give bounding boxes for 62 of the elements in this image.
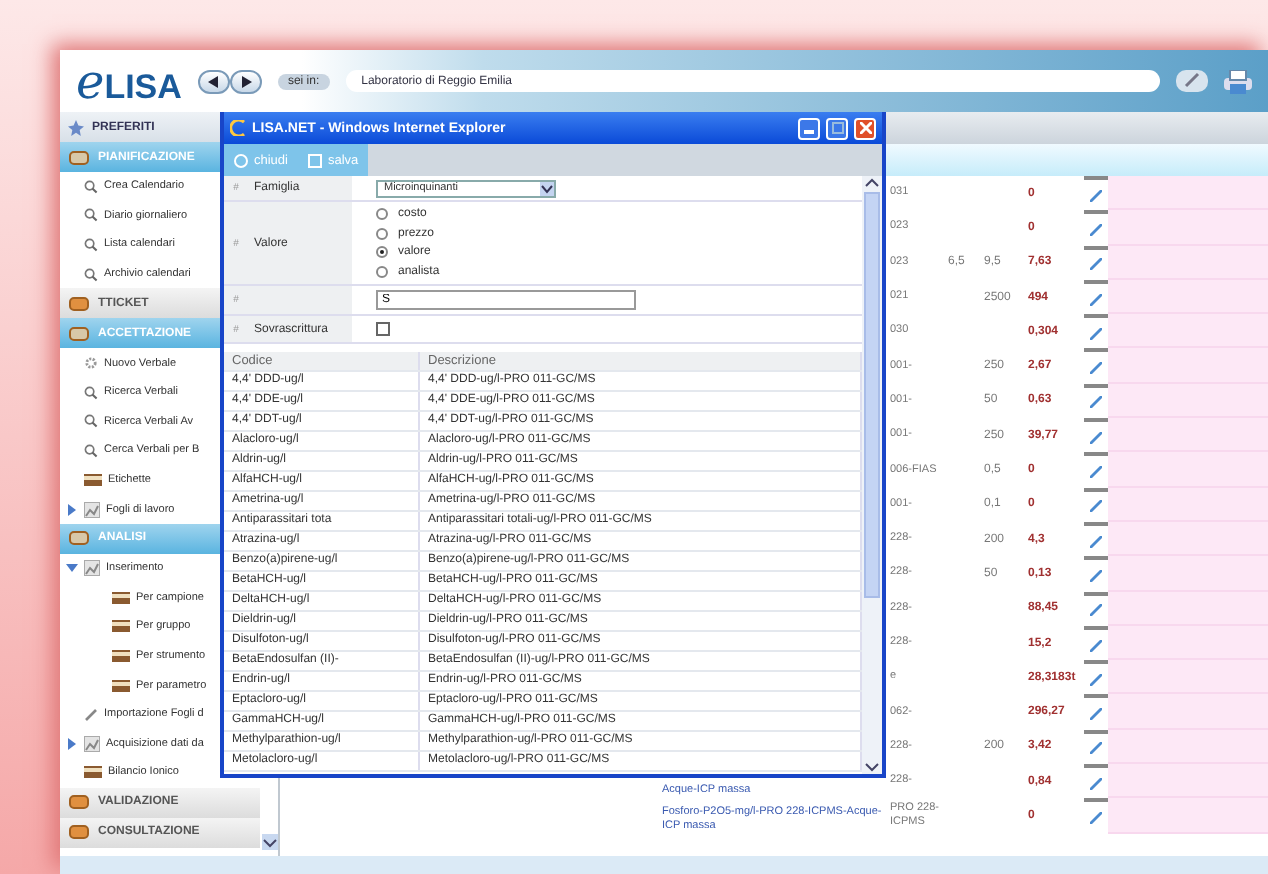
pencil-icon[interactable]	[1090, 466, 1102, 479]
pencil-icon[interactable]	[1090, 500, 1102, 513]
search-icon	[84, 208, 98, 223]
star-icon	[68, 119, 84, 135]
forward-arrow-icon	[239, 75, 252, 87]
pencil-icon[interactable]	[1090, 777, 1102, 790]
dropdown-icon	[540, 181, 554, 195]
pencil-icon[interactable]	[1090, 431, 1102, 444]
pencil-icon[interactable]	[1090, 396, 1102, 409]
app-logo: eLISA	[76, 53, 182, 109]
pencil-icon[interactable]	[1090, 811, 1102, 824]
pencil-icon[interactable]	[1090, 742, 1102, 755]
tray-icon	[84, 474, 102, 487]
chart-icon	[84, 501, 100, 518]
search-icon	[84, 237, 98, 252]
pencil-icon[interactable]	[1090, 223, 1102, 236]
section-icon	[68, 792, 90, 813]
search-icon	[84, 414, 98, 429]
pencil-icon[interactable]	[1090, 569, 1102, 582]
chart-icon	[84, 560, 100, 577]
pencil-icon[interactable]	[1090, 189, 1102, 202]
pencil-icon[interactable]	[1090, 639, 1102, 651]
pencil-icon[interactable]	[1090, 362, 1102, 375]
section-icon	[68, 293, 90, 314]
pencil-icon[interactable]	[1090, 673, 1102, 686]
pencil-icon[interactable]	[1090, 293, 1102, 306]
circle-icon	[234, 153, 248, 167]
maximize-icon	[831, 122, 843, 134]
browser-icon	[230, 120, 246, 136]
gear-icon	[84, 356, 98, 371]
chart-icon	[84, 735, 100, 752]
section-icon	[68, 822, 90, 843]
forward-button[interactable]	[229, 69, 262, 93]
square-icon	[307, 153, 322, 167]
maximize-button[interactable]	[826, 117, 848, 139]
scroll-down-icon[interactable]	[261, 834, 277, 850]
overwrite-checkbox[interactable]	[376, 322, 390, 336]
pencil-icon[interactable]	[1090, 604, 1102, 617]
back-button[interactable]	[197, 69, 230, 93]
pencil-icon[interactable]	[1090, 258, 1102, 271]
pencil-icon[interactable]	[1090, 708, 1102, 721]
section-icon	[68, 528, 90, 549]
minimize-button[interactable]	[798, 117, 820, 139]
close-button[interactable]	[854, 117, 876, 139]
search-icon	[84, 443, 98, 458]
pen-icon	[84, 707, 98, 722]
pencil-icon[interactable]	[1090, 327, 1102, 340]
search-icon	[84, 385, 98, 400]
section-icon	[68, 323, 90, 344]
pencil-icon[interactable]	[1176, 70, 1208, 92]
printer-icon[interactable]	[1224, 69, 1252, 93]
tray-icon	[84, 766, 102, 779]
section-icon	[68, 147, 90, 167]
back-arrow-icon	[207, 75, 220, 87]
close-icon	[859, 122, 871, 134]
blank-label-cell	[248, 286, 352, 314]
search-icon	[84, 267, 98, 282]
pencil-icon[interactable]	[1090, 535, 1102, 548]
search-icon	[84, 179, 98, 194]
scrollbar-thumb[interactable]	[864, 192, 880, 598]
scroll-up-icon[interactable]	[864, 176, 880, 190]
scroll-down-icon[interactable]	[864, 760, 880, 774]
